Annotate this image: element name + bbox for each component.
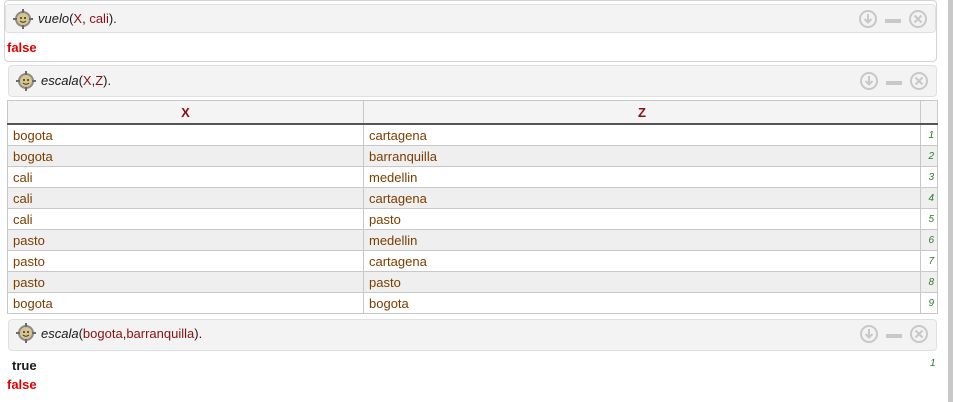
query-header-2: escala(X,Z). — [8, 65, 937, 97]
cell-x: pasto — [7, 271, 364, 293]
query-block-1: vuelo(X, cali). — [4, 0, 937, 62]
row-number: 9 — [920, 292, 938, 314]
table-header-row: X Z — [7, 100, 938, 125]
query-text-3: escala(bogota,barranquilla). — [41, 326, 203, 341]
query-text-1: vuelo(X, cali). — [38, 11, 117, 26]
table-row: cali medellin 3 — [7, 166, 938, 188]
cell-x: bogota — [7, 145, 364, 167]
table-row: pasto cartagena 7 — [7, 250, 938, 272]
table-row: pasto pasto 8 — [7, 271, 938, 293]
close-circle-icon[interactable] — [909, 10, 927, 28]
cell-x: cali — [7, 187, 364, 209]
cell-x: bogota — [7, 292, 364, 314]
query-header-3: escala(bogota,barranquilla). — [8, 319, 937, 351]
row-number: 2 — [920, 145, 938, 167]
cell-x: pasto — [7, 229, 364, 251]
cell-z: medellin — [363, 229, 921, 251]
row-number: 6 — [920, 229, 938, 251]
answer-number: 1 — [930, 358, 936, 369]
query-arg: barranquilla — [126, 326, 195, 341]
query-header-1: vuelo(X, cali). — [5, 4, 936, 33]
download-arrow-icon[interactable] — [859, 10, 877, 28]
cell-z: pasto — [363, 271, 921, 293]
query-controls — [850, 325, 930, 345]
scrollbar[interactable] — [948, 0, 953, 402]
query-controls — [849, 10, 929, 30]
query-predicate: escala — [41, 326, 79, 341]
cell-z: medellin — [363, 166, 921, 188]
query-predicate: escala — [41, 73, 79, 88]
minimize-icon[interactable] — [884, 10, 902, 28]
column-header-z: Z — [363, 100, 921, 125]
cell-z: bogota — [363, 292, 921, 314]
query-arg: X — [73, 11, 83, 26]
result-true: true — [12, 358, 37, 373]
column-header-x: X — [7, 100, 364, 125]
row-number: 3 — [920, 166, 938, 188]
cell-x: bogota — [7, 123, 364, 146]
result-false: false — [7, 377, 37, 392]
answer-table: X Z bogota cartagena 1 bogota barranquilla 2 c… — [7, 100, 938, 314]
close-circle-icon[interactable] — [910, 325, 928, 343]
row-number: 7 — [920, 250, 938, 272]
table-row: bogota barranquilla 2 — [7, 145, 938, 167]
cell-x: cali — [7, 208, 364, 230]
table-row: bogota bogota 9 — [7, 292, 938, 314]
cell-z: cartagena — [363, 123, 921, 146]
cell-z: cartagena — [363, 187, 921, 209]
cell-x: pasto — [7, 250, 364, 272]
result-false: false — [7, 40, 37, 55]
table-row: cali cartagena 4 — [7, 187, 938, 209]
table-row: bogota cartagena 1 — [7, 123, 938, 146]
cell-z: pasto — [363, 208, 921, 230]
gear-icon[interactable] — [16, 71, 36, 91]
minimize-icon[interactable] — [885, 72, 903, 90]
table-row: pasto medellin 6 — [7, 229, 938, 251]
table-row: cali pasto 5 — [7, 208, 938, 230]
row-number: 4 — [920, 187, 938, 209]
row-number: 1 — [920, 123, 938, 146]
gear-icon[interactable] — [13, 9, 33, 29]
column-header-num — [920, 100, 938, 125]
row-number: 5 — [920, 208, 938, 230]
query-controls — [850, 72, 930, 92]
download-arrow-icon[interactable] — [860, 325, 878, 343]
row-number: 8 — [920, 271, 938, 293]
query-arg: Z — [95, 73, 104, 88]
query-arg: cali — [89, 11, 109, 26]
download-arrow-icon[interactable] — [860, 72, 878, 90]
gear-icon[interactable] — [16, 323, 36, 343]
cell-z: barranquilla — [363, 145, 921, 167]
minimize-icon[interactable] — [885, 325, 903, 343]
query-text-2: escala(X,Z). — [41, 73, 112, 88]
close-circle-icon[interactable] — [910, 72, 928, 90]
cell-x: cali — [7, 166, 364, 188]
query-arg: X — [82, 73, 92, 88]
query-predicate: vuelo — [38, 11, 70, 26]
cell-z: cartagena — [363, 250, 921, 272]
query-arg: bogota — [82, 326, 123, 341]
